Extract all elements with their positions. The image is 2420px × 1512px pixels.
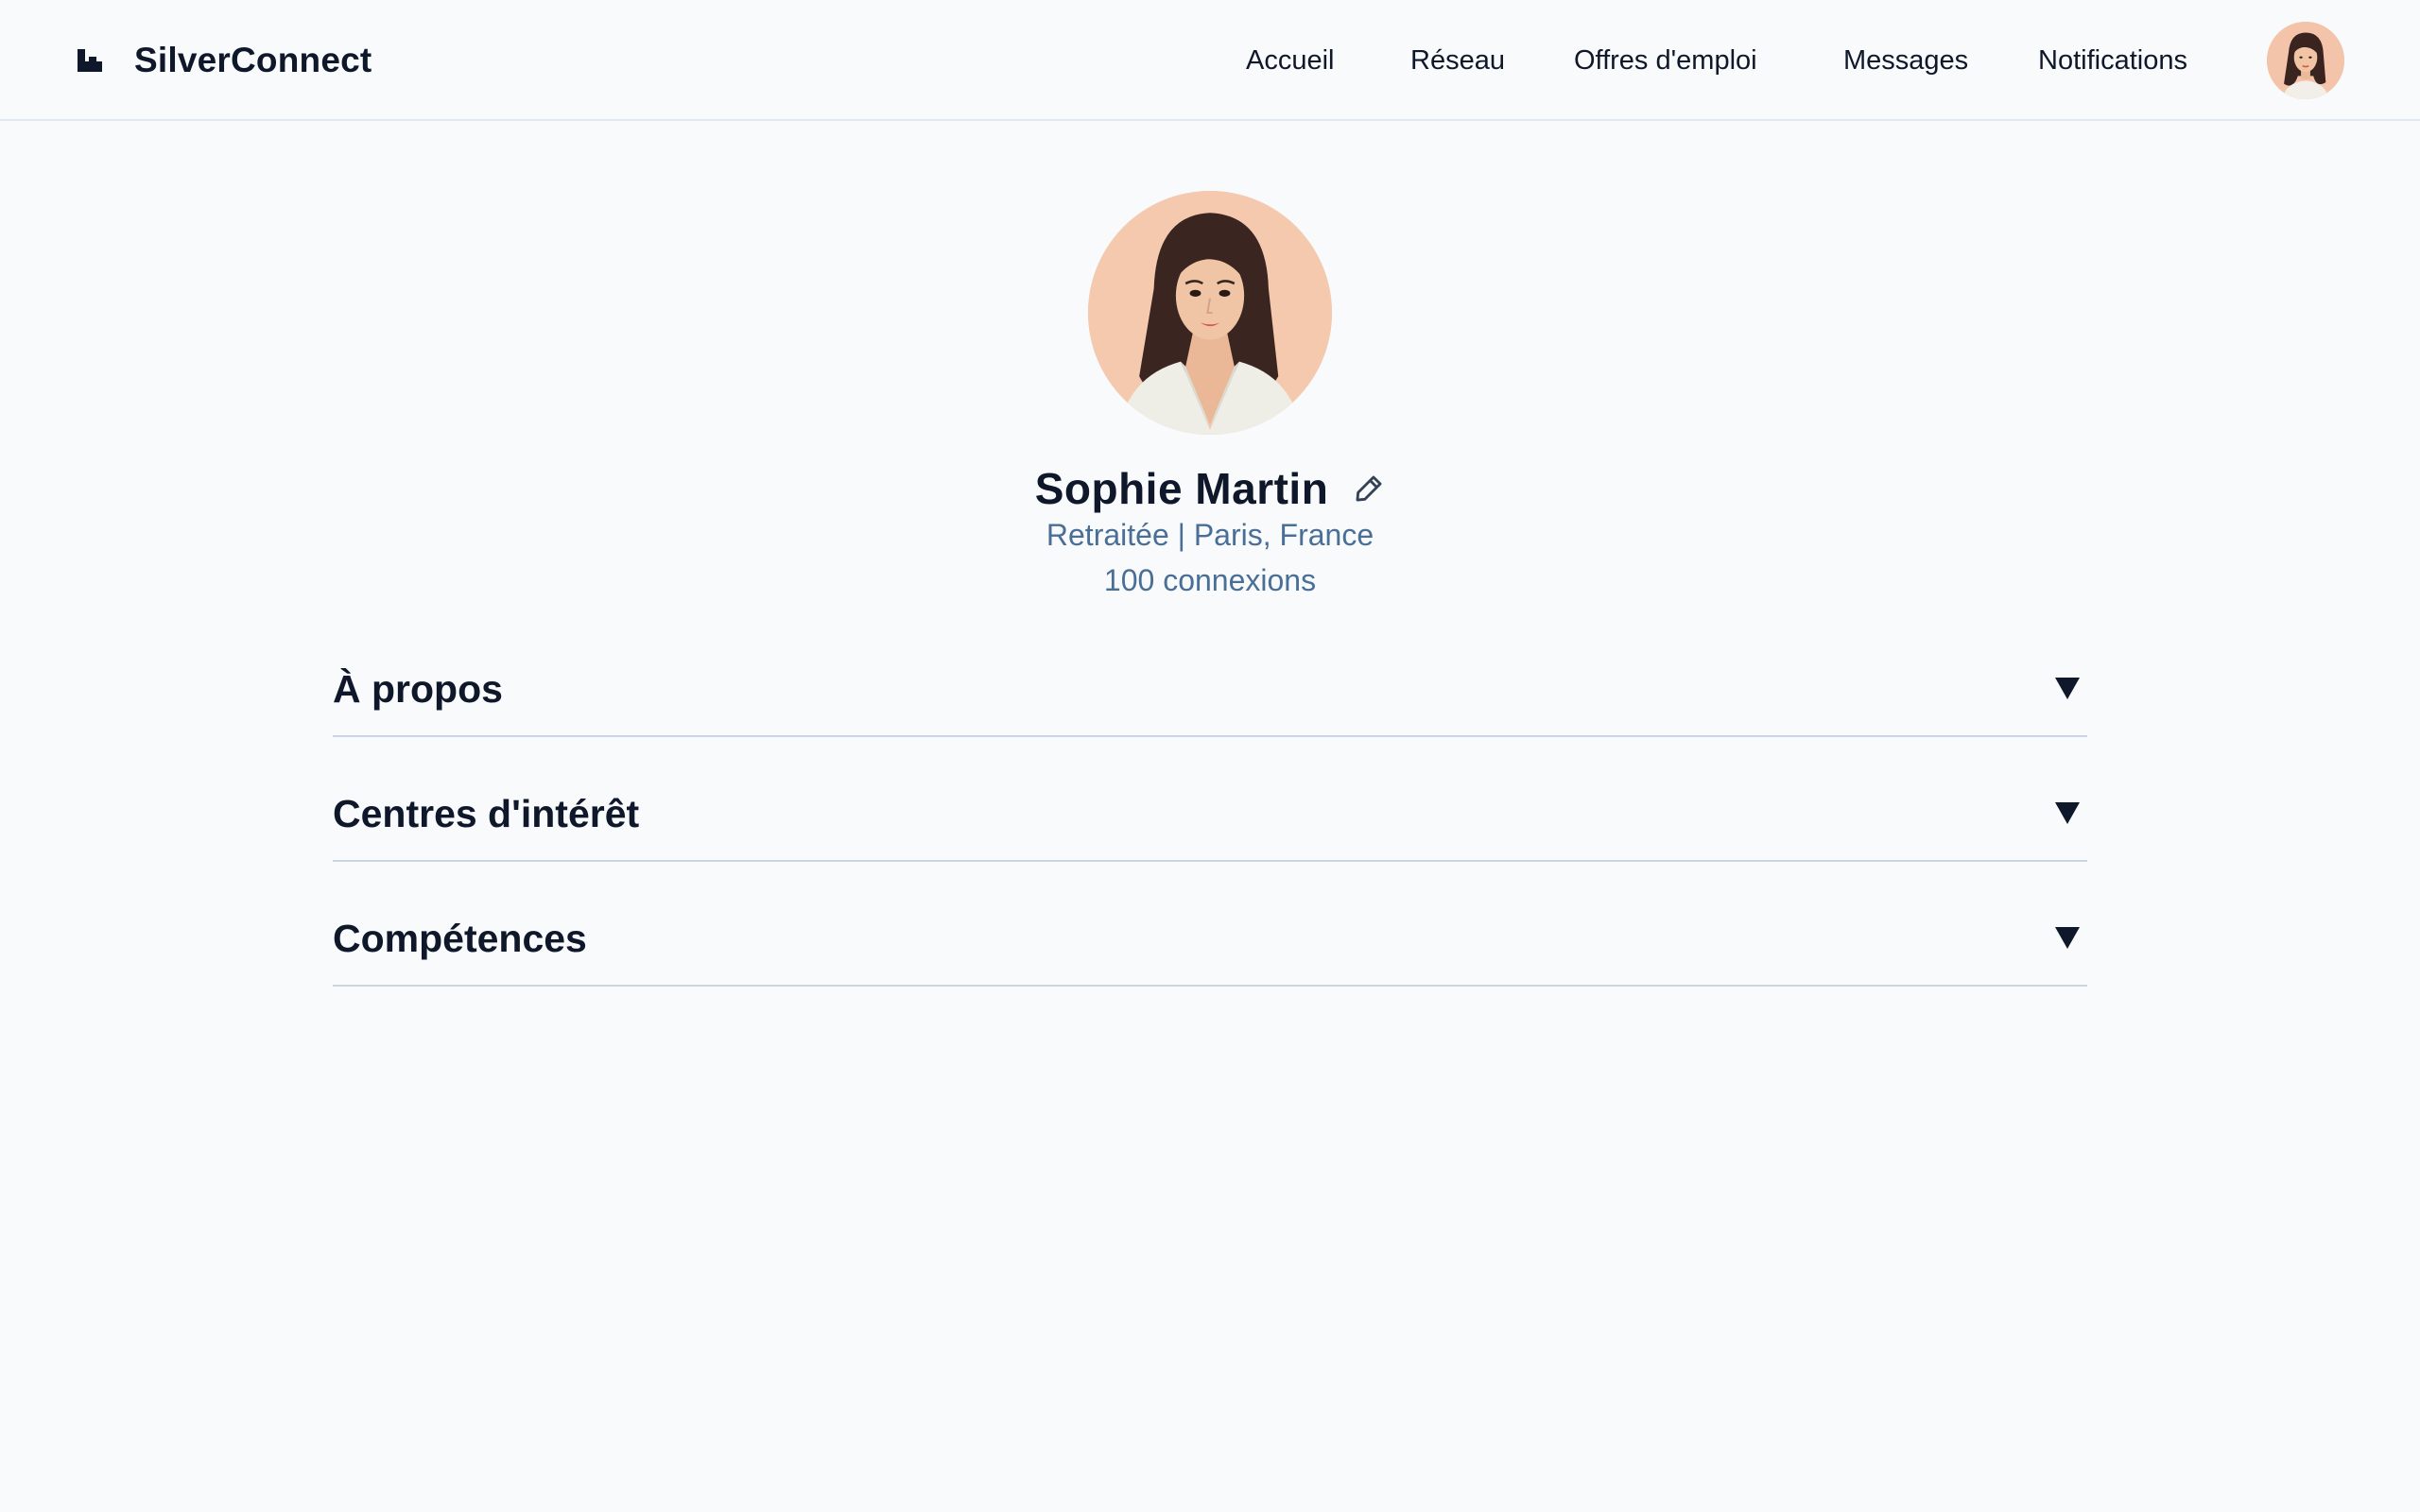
section-title: Compétences [333, 917, 587, 960]
profile-name: Sophie Martin [1034, 464, 1329, 513]
profile-name-row: Sophie Martin [0, 457, 2420, 520]
profile-avatar [1088, 191, 1332, 435]
section-a-propos[interactable]: À propos [333, 662, 2087, 737]
caret-down-icon [2055, 927, 2080, 949]
brand-name: SilverConnect [134, 41, 372, 79]
avatar-portrait-image [2267, 22, 2344, 99]
profile-headline: Retraitée | Paris, France [1046, 518, 1374, 552]
pencil-icon[interactable] [1353, 472, 1385, 505]
nav-item-messages[interactable]: Messages [1843, 38, 1968, 83]
nav-item-accueil[interactable]: Accueil [1246, 38, 1335, 83]
nav-item-reseau[interactable]: Réseau [1410, 38, 1505, 83]
brand[interactable]: SilverConnect [76, 38, 372, 83]
profile-connections[interactable]: 100 connexions [0, 563, 2420, 598]
nav-item-offres-emploi[interactable]: Offres d'emploi [1574, 38, 1757, 83]
profile-portrait-image [1088, 191, 1332, 435]
user-avatar[interactable] [2267, 22, 2344, 99]
section-title: À propos [333, 667, 503, 711]
brand-logo-icon [78, 49, 102, 72]
caret-down-icon [2055, 678, 2080, 699]
nav-item-notifications[interactable]: Notifications [2038, 38, 2187, 83]
section-title: Centres d'intérêt [333, 792, 640, 835]
section-competences[interactable]: Compétences [333, 911, 2087, 987]
top-navigation-bar: SilverConnect Accueil Réseau Offres d'em… [0, 0, 2420, 121]
caret-down-icon [2055, 802, 2080, 824]
section-centres-interet[interactable]: Centres d'intérêt [333, 786, 2087, 862]
